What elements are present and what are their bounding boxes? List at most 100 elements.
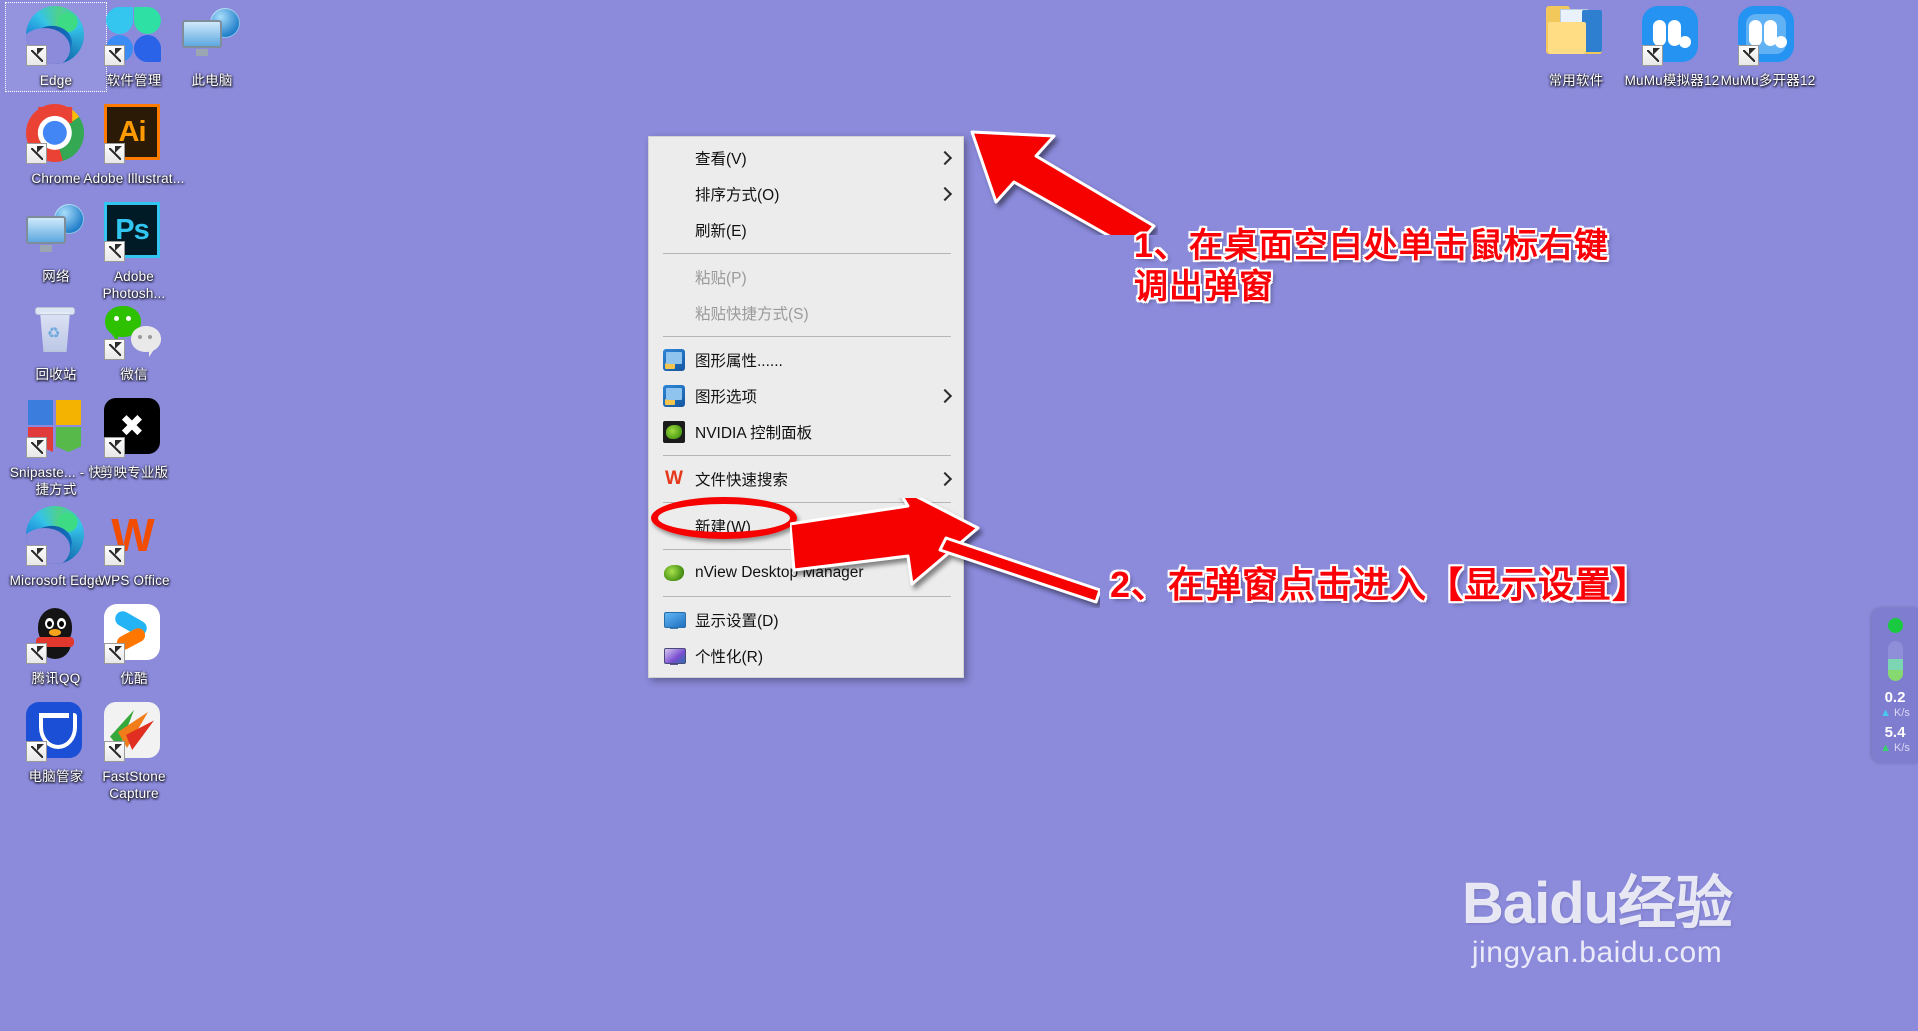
context-menu-item-label: 文件快速搜索 (695, 472, 789, 489)
context-menu-item-label: NVIDIA 控制面板 (695, 425, 813, 442)
context-menu-item-7[interactable]: NVIDIA 控制面板 (649, 414, 963, 450)
blank-icon (663, 183, 685, 205)
graphics-icon (663, 349, 685, 371)
chrome-icon (26, 104, 86, 164)
desktop-icon-label: Adobe Photosh... (102, 269, 166, 301)
wechat-icon (104, 300, 164, 360)
graphics-icon (663, 385, 685, 407)
faststone-icon (104, 702, 164, 762)
shortcut-overlay-icon (104, 643, 125, 664)
network-monitor-widget[interactable]: 0.2 ▲ K/s 5.4 ▲ K/s (1872, 608, 1918, 763)
download-speed-unit: ▲ K/s (1872, 741, 1918, 755)
desktop-icon-right-2[interactable]: MuMu多开器12 (1716, 6, 1820, 89)
snip-icon (26, 398, 86, 458)
chevron-right-icon (937, 388, 953, 404)
shortcut-overlay-icon (104, 741, 125, 762)
chevron-right-icon (937, 471, 953, 487)
desktop-icon-left-4[interactable]: Ai Adobe Illustrat... (82, 104, 186, 187)
context-menu-item-2[interactable]: 刷新(E) (649, 212, 963, 248)
highlight-ellipse-display-settings (651, 497, 797, 539)
shortcut-overlay-icon (104, 339, 125, 360)
ai-icon: Ai (104, 104, 164, 164)
download-speed-value: 5.4 (1884, 724, 1906, 741)
context-menu-item-4: 粘贴快捷方式(S) (649, 295, 963, 331)
desktop: Edge 软件管理 此电脑 Chrome Ai Adobe Illustrat... 网络 P… (0, 0, 1918, 1031)
desktop-icon-left-2[interactable]: 此电脑 (160, 6, 264, 89)
wps-icon (104, 506, 164, 566)
watermark-url-text: jingyan.baidu.com (1471, 936, 1723, 969)
shortcut-overlay-icon (26, 45, 47, 66)
context-menu-item-1[interactable]: 排序方式(O) (649, 176, 963, 212)
context-menu-item-5[interactable]: 图形属性...... (649, 342, 963, 378)
blank-icon (663, 302, 685, 324)
desktop-icon-label: Adobe Illustrat... (83, 171, 185, 186)
mumu-multi-icon (1738, 6, 1798, 66)
bin-icon: ♻ (26, 300, 86, 360)
desktop-icon-right-1[interactable]: MuMu模拟器12 (1620, 6, 1724, 89)
memory-gauge-bar (1887, 641, 1903, 681)
jianying-icon: ✖ (104, 398, 164, 458)
nvidia-icon (663, 421, 685, 443)
shortcut-overlay-icon (104, 241, 125, 262)
desktop-icon-label: 微信 (120, 367, 148, 382)
download-arrow-icon: ▲ (1880, 742, 1891, 754)
context-menu-separator (663, 336, 951, 337)
context-menu-item-0[interactable]: 查看(V) (649, 140, 963, 176)
desktop-icon-label: FastStone Capture (102, 769, 166, 801)
desktop-icon-right-0[interactable]: 常用软件 (1524, 6, 1628, 89)
baidu-jingyan-watermark: Baidu经验 jingyan.baidu.com (1462, 871, 1733, 971)
desktop-icon-left-10[interactable]: ✖ 剪映专业版 (82, 398, 186, 481)
shortcut-overlay-icon (26, 643, 47, 664)
annotation-arrow-1 (970, 130, 1156, 235)
nview-icon (663, 562, 685, 584)
desktop-icon-label: 剪映专业版 (99, 465, 169, 480)
context-menu-item-label: 个性化(R) (695, 649, 764, 666)
context-menu-item-6[interactable]: 图形选项 (649, 378, 963, 414)
context-menu-item-3: 粘贴(P) (649, 259, 963, 295)
shortcut-overlay-icon (1642, 45, 1663, 66)
context-menu-item-8[interactable]: 文件快速搜索 (649, 461, 963, 497)
blank-icon (663, 147, 685, 169)
shortcut-overlay-icon (26, 437, 47, 458)
youku-icon (104, 604, 164, 664)
status-indicator-dot (1887, 618, 1903, 633)
upload-speed-unit: ▲ K/s (1872, 706, 1918, 720)
shortcut-overlay-icon (26, 143, 47, 164)
context-menu-item-label: 显示设置(D) (695, 613, 779, 630)
shortcut-overlay-icon (104, 545, 125, 566)
desktop-icon-label: WPS Office (98, 573, 170, 588)
desktop-icon-left-6[interactable]: Ps Adobe Photosh... (82, 202, 186, 302)
blank-icon (663, 266, 685, 288)
shortcut-overlay-icon (104, 143, 125, 164)
msedge-icon (26, 506, 86, 566)
mumu-icon (1642, 6, 1702, 66)
folder-icon (1546, 6, 1606, 66)
context-menu-item-label: 图形属性...... (695, 353, 783, 370)
desktop-icon-left-16[interactable]: FastStone Capture (82, 702, 186, 802)
desktop-icon-left-14[interactable]: 优酷 (82, 604, 186, 687)
wps-icon (663, 468, 685, 490)
upload-speed-value: 0.2 (1884, 689, 1906, 706)
shortcut-overlay-icon (26, 545, 47, 566)
desktop-icon-left-8[interactable]: 微信 (82, 300, 186, 383)
network-icon (182, 6, 242, 66)
personalize-icon (663, 645, 686, 667)
display-icon (663, 609, 686, 631)
context-menu-item-12[interactable]: 个性化(R) (649, 638, 963, 674)
annotation-step-2-text: 2、在弹窗点击进入【显示设置】 (1110, 564, 1650, 605)
desktop-icon-left-12[interactable]: WPS Office (82, 506, 186, 589)
context-menu-item-label: 排序方式(O) (695, 187, 780, 204)
upload-unit-label: K/s (1894, 707, 1910, 719)
context-menu-separator (663, 253, 951, 254)
chevron-right-icon (937, 150, 953, 166)
shortcut-overlay-icon (104, 45, 125, 66)
context-menu-item-label: 查看(V) (695, 151, 747, 168)
guanjia-icon (26, 702, 86, 762)
ps-icon: Ps (104, 202, 164, 262)
chevron-right-icon (937, 186, 953, 202)
annotation-arrow-2 (790, 498, 1100, 604)
desktop-icon-label: MuMu模拟器12 (1624, 73, 1720, 88)
context-menu-item-label: 刷新(E) (695, 223, 747, 240)
watermark-logo-text: Baidu经验 (1462, 871, 1733, 936)
desktop-icon-label: MuMu多开器12 (1720, 73, 1816, 88)
